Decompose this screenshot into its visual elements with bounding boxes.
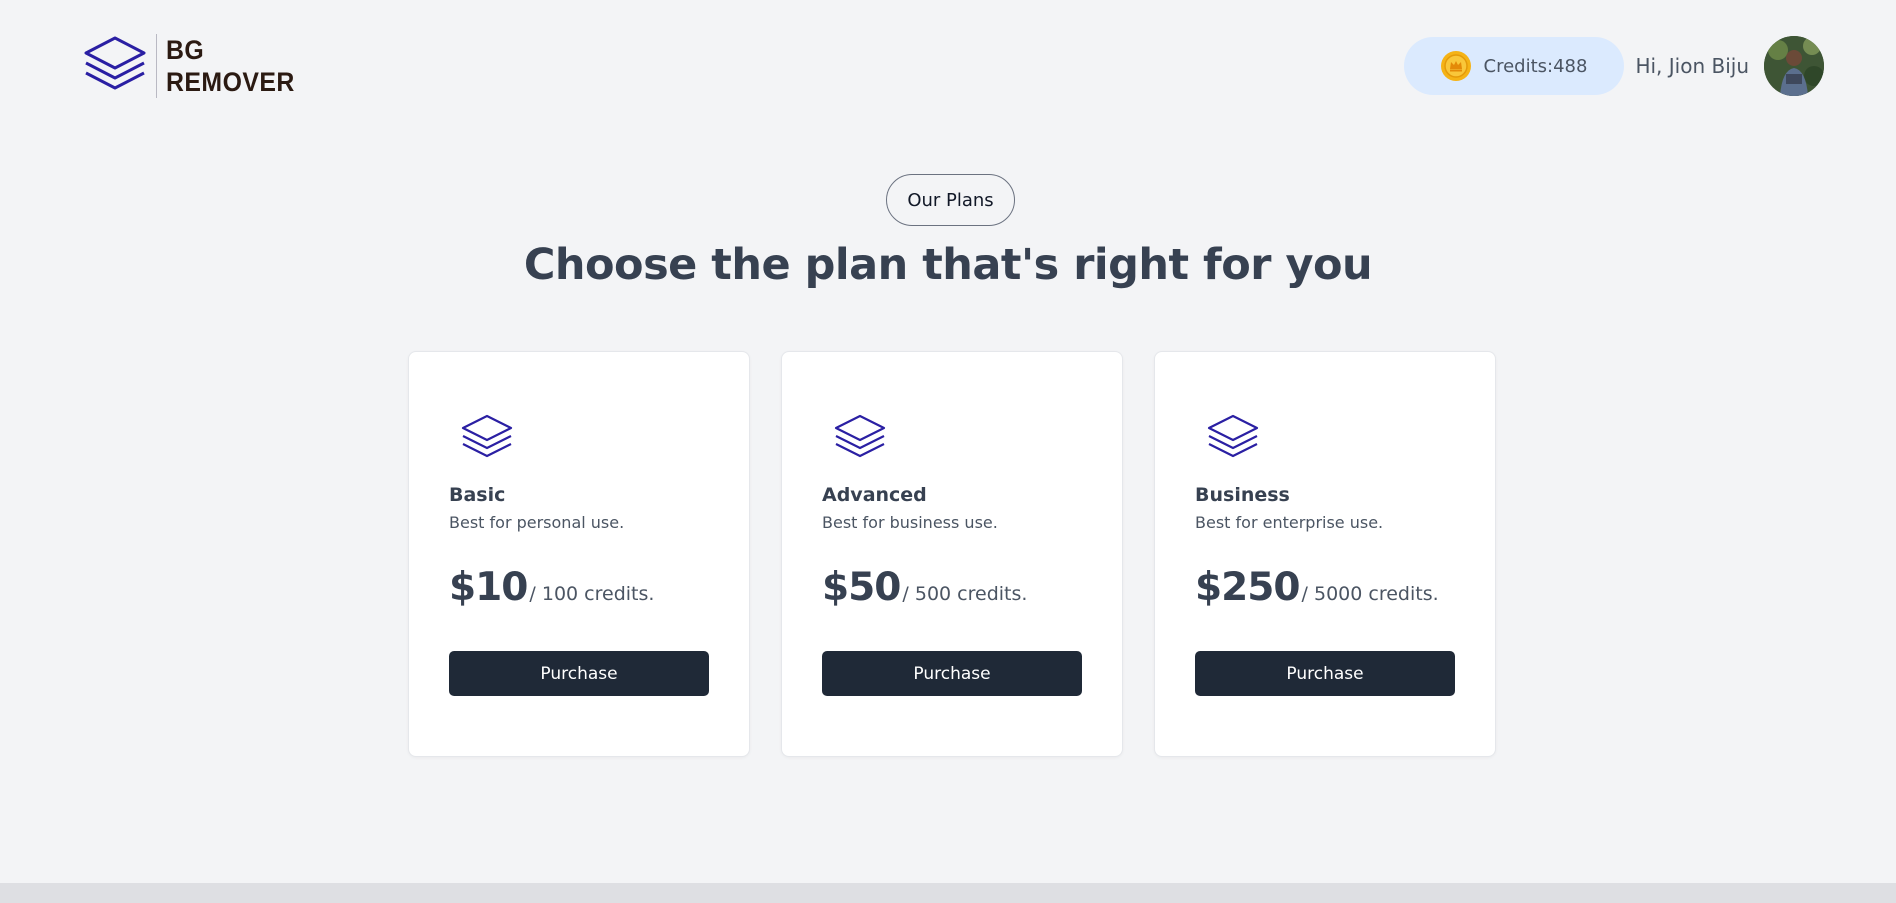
plan-name: Business (1195, 484, 1290, 506)
purchase-button-basic[interactable]: Purchase (449, 651, 709, 696)
purchase-button-advanced[interactable]: Purchase (822, 651, 1082, 696)
page: BG REMOVER Credits:488 Hi, Jion Biju Our… (0, 0, 1896, 903)
price-amount: $10 (449, 565, 528, 610)
plan-price: $50 / 500 credits. (822, 565, 1082, 610)
brand-line-2: REMOVER (166, 67, 295, 97)
plan-card-advanced: Advanced Best for business use. $50 / 50… (781, 351, 1123, 757)
credits-label: Credits:488 (1483, 55, 1588, 77)
plan-description: Best for personal use. (449, 513, 625, 532)
price-credits: / 500 credits. (902, 583, 1028, 605)
plan-description: Best for enterprise use. (1195, 513, 1384, 532)
credits-button[interactable]: Credits:488 (1403, 37, 1625, 95)
footer-strip (0, 883, 1896, 903)
avatar[interactable] (1764, 36, 1824, 96)
brand-divider (156, 34, 157, 98)
user-area: Credits:488 Hi, Jion Biju (1403, 36, 1824, 96)
purchase-button-business[interactable]: Purchase (1195, 651, 1455, 696)
plan-price: $10 / 100 credits. (449, 565, 709, 610)
price-credits: / 5000 credits. (1301, 583, 1439, 605)
plan-price: $250 / 5000 credits. (1195, 565, 1455, 610)
price-amount: $250 (1195, 565, 1301, 610)
brand-wordmark: BG REMOVER (166, 34, 295, 98)
our-plans-badge: Our Plans (886, 174, 1015, 226)
brand-line-1: BG (166, 35, 205, 65)
plan-cards: Basic Best for personal use. $10 / 100 c… (408, 351, 1496, 757)
layers-icon (1207, 414, 1259, 458)
layers-icon (461, 414, 513, 458)
price-amount: $50 (822, 565, 901, 610)
header: BG REMOVER Credits:488 Hi, Jion Biju (0, 0, 1896, 132)
crown-coin-icon (1440, 51, 1471, 81)
user-greeting: Hi, Jion Biju (1635, 54, 1749, 78)
layers-icon (834, 414, 886, 458)
plan-card-basic: Basic Best for personal use. $10 / 100 c… (408, 351, 750, 757)
plan-name: Advanced (822, 484, 927, 506)
price-credits: / 100 credits. (529, 583, 655, 605)
plan-description: Best for business use. (822, 513, 998, 532)
plan-card-business: Business Best for enterprise use. $250 /… (1154, 351, 1496, 757)
avatar-photo (1764, 36, 1824, 96)
page-title: Choose the plan that's right for you (523, 240, 1373, 290)
brand-logo-link[interactable]: BG REMOVER (80, 32, 306, 100)
layers-icon (84, 36, 146, 90)
plan-name: Basic (449, 484, 506, 506)
